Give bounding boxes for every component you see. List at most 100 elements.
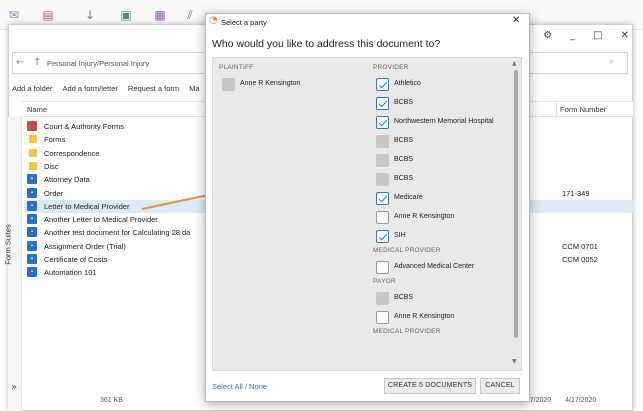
party-label: Northwestern Memorial Hospital: [394, 118, 494, 125]
party-label: BCBS: [394, 175, 414, 182]
request-form-link[interactable]: Request a form: [128, 84, 179, 96]
provider-column: PROVIDER Athletico BCBS Northwestern Memori…: [373, 64, 513, 340]
party-checkbox[interactable]: [376, 211, 389, 224]
create-documents-button[interactable]: CREATE 5 DOCUMENTS: [384, 378, 476, 394]
party-checkbox[interactable]: [376, 192, 389, 205]
row-name: Correspondence: [44, 148, 100, 158]
address-path: Personal Injury/Personal Injury: [47, 59, 150, 68]
party-label: Athletico: [394, 80, 421, 87]
party-label: SIH: [394, 232, 406, 239]
more-command-link[interactable]: Ma: [189, 84, 199, 96]
party-option: BCBS: [373, 171, 513, 190]
party-option[interactable]: Advanced Medical Center: [373, 259, 513, 278]
party-option[interactable]: SIH: [373, 228, 513, 247]
party-checkbox[interactable]: [376, 311, 389, 324]
document-icon: ▪: [27, 187, 37, 198]
command-bar: Add a folder Add a form/letter Request a…: [12, 84, 200, 96]
calendar-icon[interactable]: ▦: [152, 8, 168, 22]
party-checkbox: [376, 173, 389, 186]
row-form-number: CCM 0052: [562, 255, 598, 264]
party-label: Anne R Kensington: [240, 80, 301, 87]
back-arrow-icon[interactable]: ←: [16, 57, 24, 68]
chart-icon[interactable]: ⫽: [182, 8, 198, 22]
folder-icon: [29, 161, 37, 170]
document-icon: ▪: [27, 214, 37, 225]
plaintiff-column: PLAINTIFF Anne R Kensington: [219, 64, 359, 95]
party-option[interactable]: Anne R Kensington: [373, 209, 513, 228]
party-label: BCBS: [394, 294, 414, 301]
party-option[interactable]: Northwestern Memorial Hospital: [373, 114, 513, 133]
party-option: BCBS: [373, 133, 513, 152]
section-heading-payor: PAYOR: [373, 278, 396, 285]
maximize-button[interactable]: □: [593, 30, 602, 42]
add-form-letter-link[interactable]: Add a form/letter: [62, 84, 117, 96]
search-icon[interactable]: ⌕: [609, 57, 614, 67]
party-checkbox[interactable]: [376, 97, 389, 110]
select-links: Select All / None: [212, 382, 267, 391]
row-name: Disc: [44, 161, 59, 171]
party-checkbox: [376, 292, 389, 305]
date-modified: 4/17/2020: [565, 397, 597, 404]
window-controls: ⚙ _ □ ✕: [543, 30, 629, 42]
party-label: Medicare: [394, 194, 423, 201]
scroll-up-icon[interactable]: ▲: [512, 60, 517, 67]
scroll-down-icon[interactable]: ▼: [512, 358, 517, 365]
row-form-number: 171-349: [562, 188, 590, 198]
select-all-link[interactable]: Select All: [212, 382, 243, 391]
scrollbar-thumb[interactable]: [514, 70, 518, 338]
party-checkbox: [376, 135, 389, 148]
add-folder-link[interactable]: Add a folder: [12, 84, 52, 96]
party-option[interactable]: Anne R Kensington: [373, 309, 513, 328]
row-name: Letter to Medical Provider: [44, 201, 130, 211]
document-icon: ▪: [27, 254, 37, 264]
section-heading-plaintiff: PLAINTIFF: [219, 64, 254, 71]
section-heading-medical-provider: MEDICAL PROVIDER: [373, 247, 441, 254]
document-icon: ▪: [27, 267, 37, 278]
party-checkbox: [376, 154, 389, 167]
close-window-button[interactable]: ✕: [621, 30, 629, 42]
file-size-text: 361 KB: [100, 397, 123, 404]
party-label: Anne R Kensington: [394, 313, 455, 320]
court-forms-icon: [27, 121, 37, 131]
close-icon[interactable]: ✕: [512, 15, 520, 26]
party-label: Anne R Kensington: [394, 213, 455, 220]
party-option[interactable]: BCBS: [373, 95, 513, 114]
party-label: Advanced Medical Center: [394, 263, 475, 270]
bottom-dates: 4/17/2020 4/17/2020: [520, 397, 596, 404]
row-name: Assignment Order (Trial): [44, 241, 126, 251]
row-name: Another test document for Calculating 28…: [44, 228, 191, 238]
party-option[interactable]: Medicare: [373, 190, 513, 209]
minimize-button[interactable]: _: [570, 30, 575, 42]
row-form-number: CCM 0701: [562, 241, 598, 251]
column-header-form-number[interactable]: Form Number: [560, 105, 606, 114]
up-arrow-icon[interactable]: ↑: [33, 57, 41, 68]
expand-chevron-icon[interactable]: »: [11, 382, 17, 393]
party-checkbox[interactable]: [376, 78, 389, 91]
cancel-button[interactable]: CANCEL: [480, 378, 520, 394]
document-icon: ▪: [27, 240, 37, 251]
row-name: Certificate of Costs: [44, 255, 108, 264]
mail-icon[interactable]: ✉: [6, 8, 22, 22]
column-divider: [556, 101, 557, 117]
settings-icon[interactable]: ⚙: [543, 30, 552, 42]
row-name: Court & Authority Forms: [44, 122, 125, 131]
document-icon: ▪: [27, 200, 37, 211]
party-option: BCBS: [373, 290, 513, 309]
row-name: Order: [44, 188, 64, 198]
download-icon[interactable]: ↓: [82, 8, 98, 22]
row-name: Forms: [44, 135, 66, 145]
party-checkbox[interactable]: [376, 116, 389, 129]
print-icon[interactable]: ▤: [40, 8, 56, 22]
party-option: BCBS: [373, 152, 513, 171]
scanner-icon[interactable]: ▣: [118, 8, 134, 22]
form-suites-label: Form Suites: [3, 224, 13, 265]
party-checkbox: [222, 78, 235, 91]
party-checkbox[interactable]: [376, 261, 389, 274]
dialog-title: Select a party: [221, 18, 267, 27]
party-checkbox[interactable]: [376, 230, 389, 243]
row-name: Another Letter to Medical Provider: [44, 215, 158, 225]
party-option[interactable]: Athletico: [373, 76, 513, 95]
select-none-link[interactable]: None: [249, 382, 267, 391]
column-header-name[interactable]: Name: [27, 105, 47, 114]
section-heading-medical-provider-2: MEDICAL PROVIDER: [373, 328, 441, 335]
